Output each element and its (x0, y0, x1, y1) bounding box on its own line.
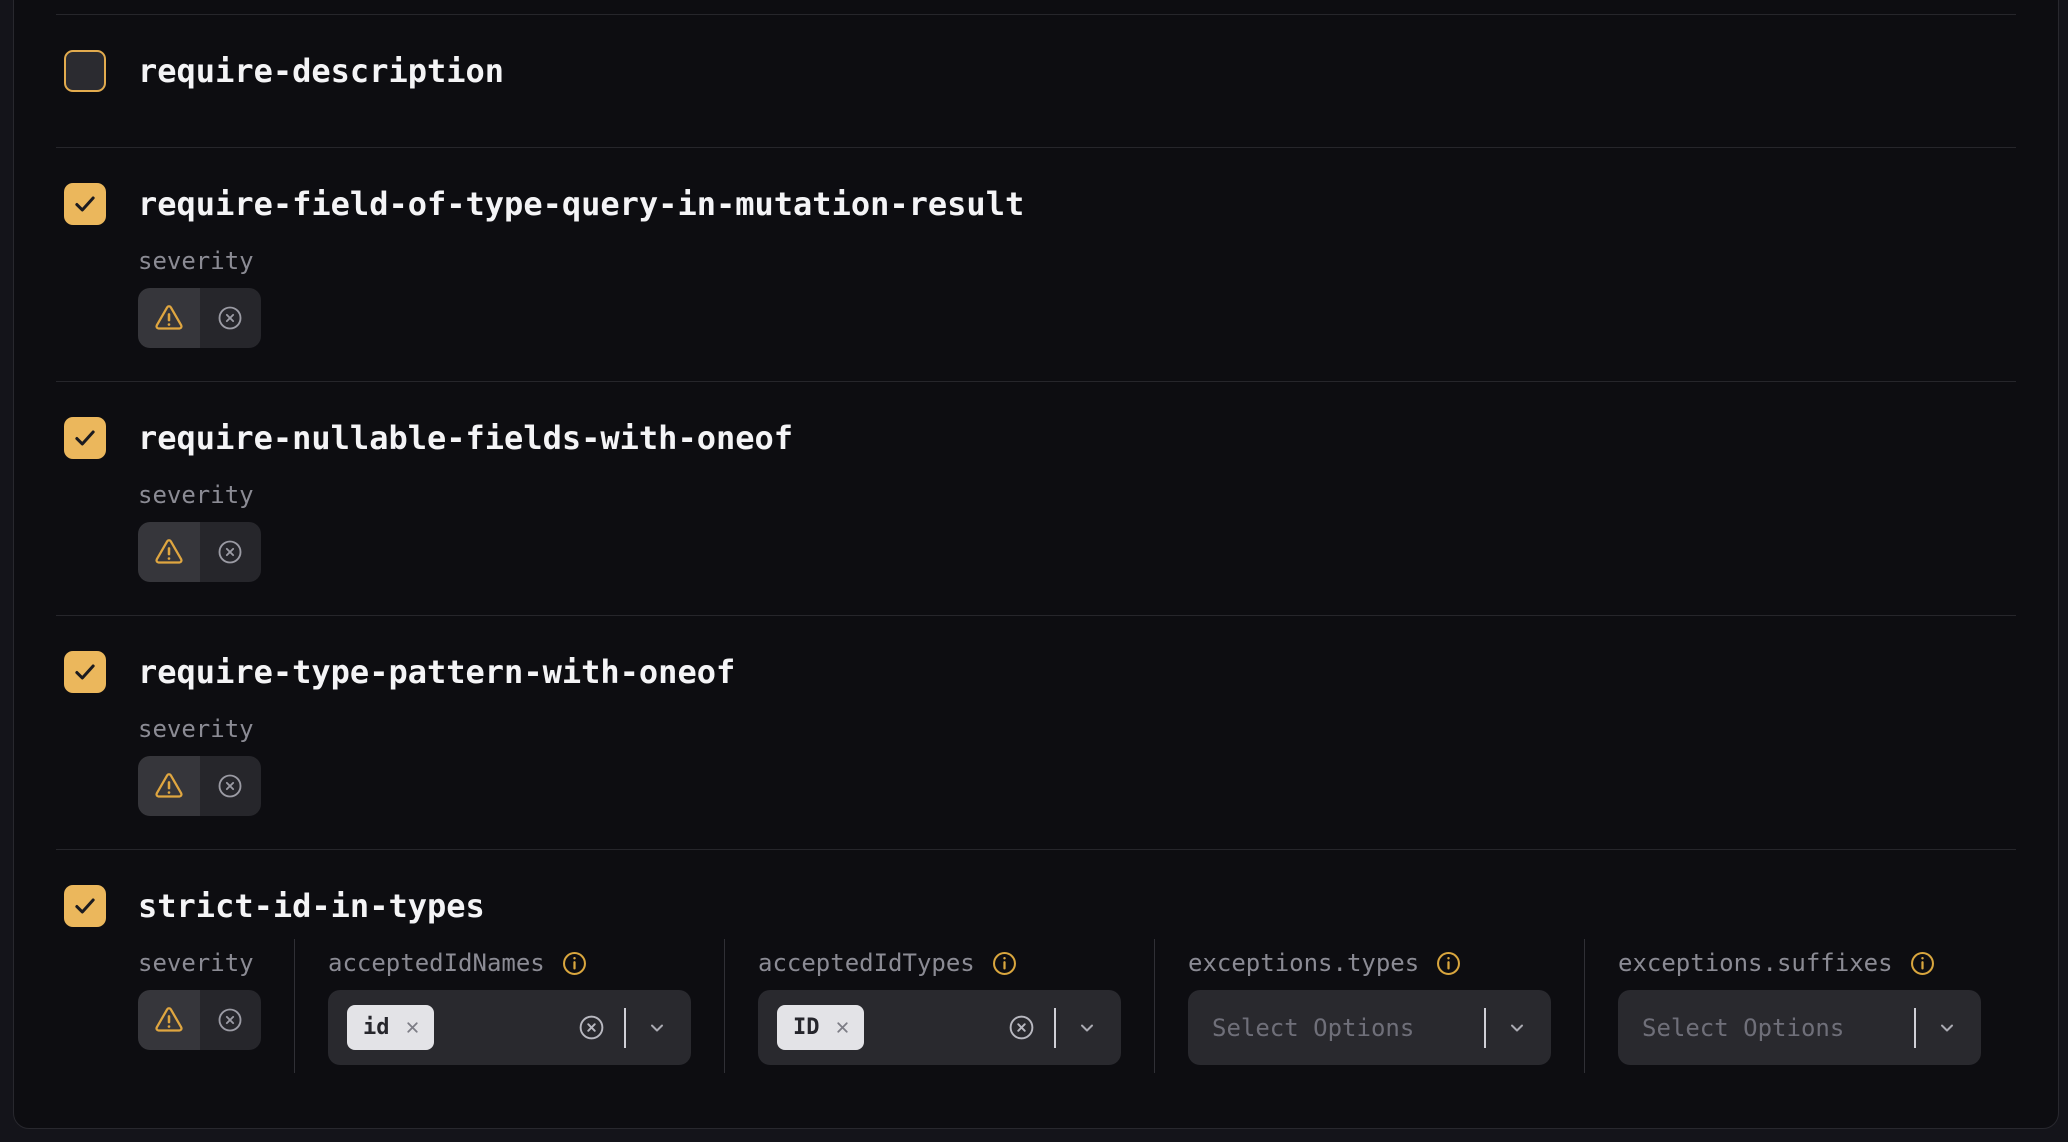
circle-x-icon (216, 304, 244, 332)
info-circle-icon[interactable] (1435, 950, 1462, 977)
severity-toggle (138, 288, 261, 348)
rule-row: require-nullable-fields-with-oneof sever… (56, 381, 2016, 615)
acceptedIdNames-column: acceptedIdNames id (328, 949, 691, 1065)
rule-row: require-field-of-type-query-in-mutation-… (56, 147, 2016, 381)
severity-off-button[interactable] (200, 756, 262, 816)
select-separator (624, 1008, 626, 1048)
column-divider (1154, 939, 1155, 1073)
warning-triangle-icon (152, 302, 186, 334)
acceptedIdTypes-multiselect[interactable]: ID (758, 990, 1121, 1065)
tag-remove-x-icon[interactable] (834, 1019, 851, 1036)
select-separator (1054, 1008, 1056, 1048)
warning-triangle-icon (152, 1004, 186, 1036)
rule-name: require-description (138, 50, 504, 92)
tag-label: id (363, 1015, 390, 1040)
circle-x-icon (216, 772, 244, 800)
severity-label: severity (138, 247, 2016, 275)
severity-warn-button[interactable] (138, 990, 200, 1050)
rule-row: require-type-pattern-with-oneof severity (56, 615, 2016, 849)
clear-selection-icon[interactable] (577, 1013, 606, 1042)
severity-label: severity (138, 949, 294, 977)
severity-off-button[interactable] (200, 522, 262, 582)
severity-label: severity (138, 481, 2016, 509)
rule-row: strict-id-in-types severity (56, 849, 2016, 1129)
tag-remove-x-icon[interactable] (404, 1019, 421, 1036)
acceptedIdNames-multiselect[interactable]: id (328, 990, 691, 1065)
warning-triangle-icon (152, 536, 186, 568)
field-label: exceptions.suffixes (1618, 949, 1893, 977)
severity-toggle (138, 522, 261, 582)
rule-name: require-type-pattern-with-oneof (138, 651, 735, 693)
info-circle-icon[interactable] (561, 950, 588, 977)
exceptions-types-multiselect[interactable]: Select Options (1188, 990, 1551, 1065)
rule-checkbox-checked[interactable] (64, 417, 106, 459)
severity-off-button[interactable] (200, 288, 262, 348)
check-icon (72, 659, 98, 685)
chevron-down-icon[interactable] (1506, 1017, 1528, 1039)
check-icon (72, 893, 98, 919)
column-divider (1584, 939, 1585, 1073)
field-label: acceptedIdTypes (758, 949, 975, 977)
rule-checkbox-unchecked[interactable] (64, 50, 106, 92)
select-separator (1914, 1008, 1916, 1048)
rule-row: require-description (56, 14, 2016, 147)
severity-warn-button[interactable] (138, 522, 200, 582)
severity-toggle (138, 990, 261, 1050)
exceptions-types-column: exceptions.types Select Options (1188, 949, 1551, 1065)
check-icon (72, 191, 98, 217)
column-divider (724, 939, 725, 1073)
select-placeholder: Select Options (1637, 1014, 1844, 1042)
severity-off-button[interactable] (200, 990, 262, 1050)
check-icon (72, 425, 98, 451)
info-circle-icon[interactable] (1909, 950, 1936, 977)
exceptions-suffixes-multiselect[interactable]: Select Options (1618, 990, 1981, 1065)
column-divider (294, 939, 295, 1073)
info-circle-icon[interactable] (991, 950, 1018, 977)
chevron-down-icon[interactable] (1936, 1017, 1958, 1039)
selected-tag: ID (777, 1005, 864, 1050)
field-label: exceptions.types (1188, 949, 1419, 977)
field-label: acceptedIdNames (328, 949, 545, 977)
exceptions-suffixes-column: exceptions.suffixes Select Options (1618, 949, 1981, 1065)
severity-warn-button[interactable] (138, 288, 200, 348)
chevron-down-icon[interactable] (646, 1017, 668, 1039)
chevron-down-icon[interactable] (1076, 1017, 1098, 1039)
circle-x-icon (216, 538, 244, 566)
severity-column: severity (138, 949, 294, 1065)
rule-name: require-field-of-type-query-in-mutation-… (138, 183, 1024, 225)
acceptedIdTypes-column: acceptedIdTypes ID (758, 949, 1121, 1065)
clear-selection-icon[interactable] (1007, 1013, 1036, 1042)
tag-label: ID (793, 1015, 820, 1040)
severity-toggle (138, 756, 261, 816)
selected-tag: id (347, 1005, 434, 1050)
rule-name: strict-id-in-types (138, 885, 485, 927)
select-placeholder: Select Options (1207, 1014, 1414, 1042)
rule-name: require-nullable-fields-with-oneof (138, 417, 793, 459)
rules-config-panel: require-description require-field-of-typ… (13, 0, 2059, 1129)
rule-checkbox-checked[interactable] (64, 885, 106, 927)
circle-x-icon (216, 1006, 244, 1034)
rule-checkbox-checked[interactable] (64, 651, 106, 693)
severity-warn-button[interactable] (138, 756, 200, 816)
rule-checkbox-checked[interactable] (64, 183, 106, 225)
severity-label: severity (138, 715, 2016, 743)
select-separator (1484, 1008, 1486, 1048)
warning-triangle-icon (152, 770, 186, 802)
